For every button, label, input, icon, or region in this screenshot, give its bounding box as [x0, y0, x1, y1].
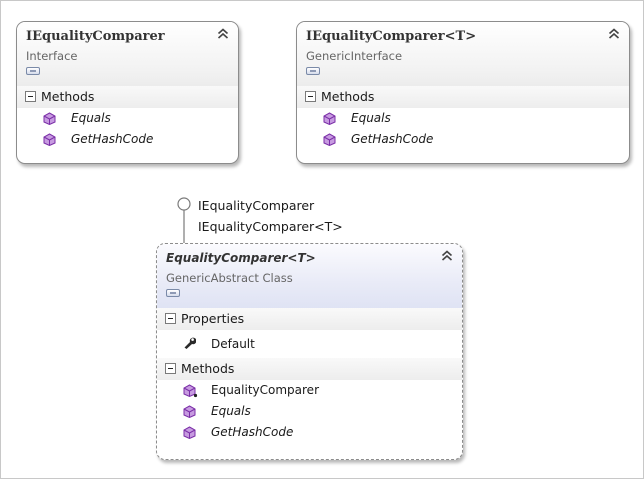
purple-cube-icon [43, 112, 56, 125]
section-properties[interactable]: Properties [157, 308, 462, 330]
section-label: Methods [181, 361, 235, 376]
section-label: Methods [321, 89, 375, 104]
minus-box-icon[interactable] [25, 91, 36, 102]
double-chevron-up-icon [217, 28, 229, 39]
member-gethashcode[interactable]: GetHashCode [17, 129, 238, 150]
double-chevron-up-icon [608, 28, 620, 39]
shape-header: EqualityComparer<T> GenericAbstract Clas… [157, 244, 462, 308]
section-methods[interactable]: Methods [297, 86, 629, 108]
shape-iequalitycomparer[interactable]: IEqualityComparer Interface Methods Equa… [16, 21, 239, 164]
shape-title: IEqualityComparer [26, 29, 165, 44]
member-label: Equals [351, 111, 391, 125]
member-label: GetHashCode [351, 132, 434, 146]
lollipop-circle-icon [177, 197, 191, 211]
member-label: Equals [211, 404, 251, 418]
section-label: Methods [41, 89, 95, 104]
shape-iequalitycomparer-generic[interactable]: IEqualityComparer<T> GenericInterface Me… [296, 21, 630, 164]
purple-cube-icon [183, 405, 196, 418]
shape-title: EqualityComparer<T> [166, 251, 316, 265]
shape-title: IEqualityComparer<T> [306, 29, 477, 44]
member-label: Equals [71, 111, 111, 125]
toggle-details-icon[interactable] [26, 67, 40, 75]
purple-cube-icon [43, 133, 56, 146]
member-label: Default [211, 337, 255, 351]
purple-cube-icon [183, 426, 196, 439]
section-label: Properties [181, 311, 245, 326]
member-gethashcode[interactable]: GetHashCode [157, 422, 462, 443]
shape-header: IEqualityComparer Interface [17, 22, 238, 86]
shape-subtitle: GenericAbstract Class [166, 271, 293, 285]
purple-cube-icon [323, 112, 336, 125]
member-default[interactable]: Default [157, 330, 462, 358]
member-label: EqualityComparer [211, 383, 319, 397]
collapse-button[interactable] [217, 28, 229, 40]
minus-box-icon[interactable] [305, 91, 316, 102]
member-constructor[interactable]: EqualityComparer [157, 380, 462, 401]
shape-header: IEqualityComparer<T> GenericInterface [297, 22, 629, 86]
purple-cube-protected-icon [183, 384, 198, 398]
collapse-button[interactable] [608, 28, 620, 40]
minus-box-icon[interactable] [165, 363, 176, 374]
minus-box-icon[interactable] [165, 313, 176, 324]
member-label: GetHashCode [71, 132, 154, 146]
member-label: GetHashCode [211, 425, 294, 439]
section-methods[interactable]: Methods [17, 86, 238, 108]
purple-cube-icon [323, 133, 336, 146]
lollipop-label-iequality-generic: IEqualityComparer<T> [198, 219, 343, 234]
toggle-details-icon[interactable] [306, 67, 320, 75]
collapse-button[interactable] [441, 250, 453, 262]
lollipop-label-iequality: IEqualityComparer [198, 198, 315, 213]
member-equals[interactable]: Equals [157, 401, 462, 422]
shape-subtitle: Interface [26, 49, 78, 63]
section-methods[interactable]: Methods [157, 358, 462, 380]
shape-subtitle: GenericInterface [306, 49, 403, 63]
toggle-details-icon[interactable] [166, 289, 180, 297]
member-gethashcode[interactable]: GetHashCode [297, 129, 629, 150]
double-chevron-up-icon [441, 250, 453, 261]
shape-equalitycomparer[interactable]: EqualityComparer<T> GenericAbstract Clas… [156, 243, 463, 460]
member-equals[interactable]: Equals [297, 108, 629, 129]
wrench-icon [183, 336, 196, 349]
member-equals[interactable]: Equals [17, 108, 238, 129]
